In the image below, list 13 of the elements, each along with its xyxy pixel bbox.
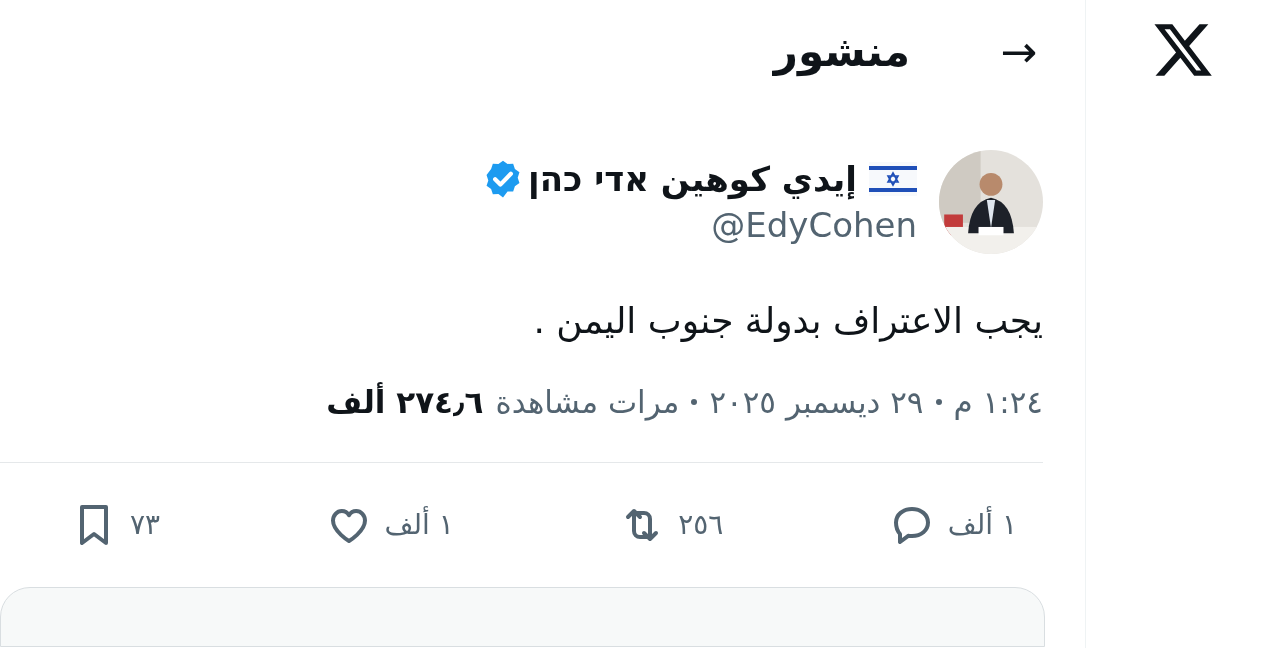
views-count: ٢٧٤٫٦ ألف xyxy=(326,383,484,422)
post-text: يجب الاعتراف بدولة جنوب اليمن . xyxy=(532,299,1043,343)
back-button[interactable]: → xyxy=(1000,30,1037,74)
author-handle[interactable]: @EdyCohen xyxy=(482,204,917,247)
post-date[interactable]: ٢٩ ديسمبر ٢٠٢٥ xyxy=(709,383,924,422)
like-button[interactable]: ١ ألف xyxy=(324,500,480,549)
post-time[interactable]: ١:٢٤ م xyxy=(953,383,1043,422)
bookmark-button[interactable]: ٧٣ xyxy=(70,500,187,549)
views-label: مرات مشاهدة xyxy=(495,383,680,422)
reply-button[interactable]: ١ ألف xyxy=(887,500,1043,549)
repost-button[interactable]: ٢٥٦ xyxy=(618,500,750,549)
flag-icon xyxy=(869,161,917,196)
author-name[interactable]: إيدي كوهين אדי כהן xyxy=(528,157,857,200)
